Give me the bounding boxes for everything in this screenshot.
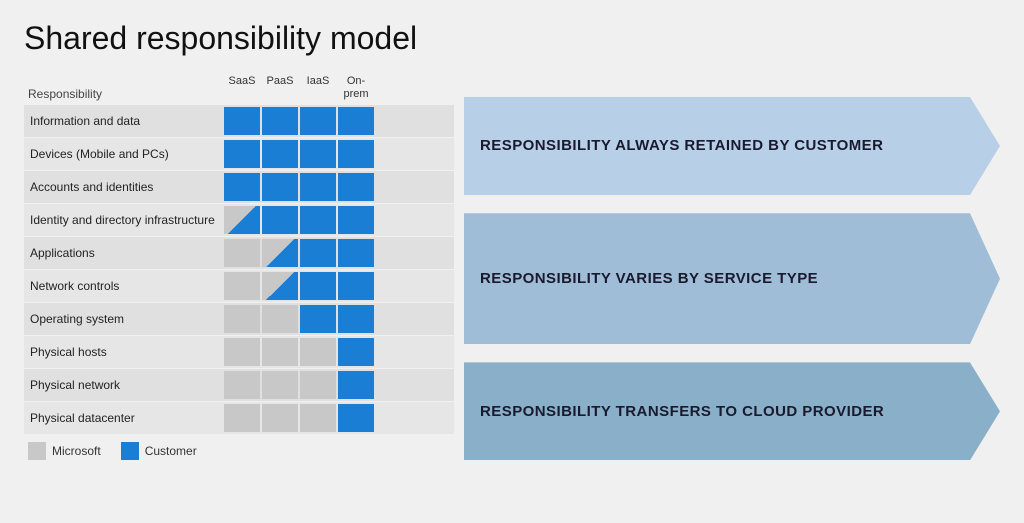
cell-onprem [338, 338, 374, 366]
table-row: Operating system [24, 303, 454, 335]
cell-paas [262, 140, 298, 168]
cell-paas [262, 371, 298, 399]
cell-saas [224, 239, 260, 267]
responsibility-header: Responsibility [24, 87, 224, 101]
table-row: Information and data [24, 105, 454, 137]
cell-saas [224, 140, 260, 168]
row-label: Physical datacenter [24, 411, 224, 425]
legend-item-microsoft: Microsoft [28, 442, 101, 460]
row-label: Applications [24, 246, 224, 260]
table-row: Network controls [24, 270, 454, 302]
cell-onprem [338, 107, 374, 135]
cell-iaas [300, 173, 336, 201]
table-row: Devices (Mobile and PCs) [24, 138, 454, 170]
row-cells [224, 140, 374, 168]
row-label: Devices (Mobile and PCs) [24, 147, 224, 161]
cell-saas [224, 107, 260, 135]
legend-item-customer: Customer [121, 442, 197, 460]
legend-label-customer: Customer [145, 444, 197, 458]
cell-onprem [338, 371, 374, 399]
table-row: Physical datacenter [24, 402, 454, 434]
cell-onprem [338, 305, 374, 333]
row-label: Operating system [24, 312, 224, 326]
cell-paas [262, 305, 298, 333]
content-area: Responsibility SaaSPaaSIaaSOn- prem Info… [24, 75, 1000, 460]
cell-paas [262, 338, 298, 366]
cell-paas [262, 107, 298, 135]
cell-onprem [338, 239, 374, 267]
row-label: Information and data [24, 114, 224, 128]
row-cells [224, 371, 374, 399]
cell-iaas [300, 140, 336, 168]
cell-saas [224, 173, 260, 201]
row-cells [224, 173, 374, 201]
cell-saas [224, 305, 260, 333]
cell-iaas [300, 272, 336, 300]
row-label: Physical network [24, 378, 224, 392]
cell-paas [262, 404, 298, 432]
banner-text-customer: RESPONSIBILITY ALWAYS RETAINED BY CUSTOM… [480, 136, 883, 156]
row-cells [224, 338, 374, 366]
cell-paas [262, 239, 298, 267]
legend-color-customer [121, 442, 139, 460]
cell-onprem [338, 206, 374, 234]
table-row: Applications [24, 237, 454, 269]
cell-onprem [338, 173, 374, 201]
row-cells [224, 239, 374, 267]
table-body: Information and data Devices (Mobile and … [24, 105, 454, 434]
banner-text-provider: RESPONSIBILITY TRANSFERS TO CLOUD PROVID… [480, 402, 884, 422]
col-header-iaas: IaaS [300, 75, 336, 101]
cell-iaas [300, 305, 336, 333]
banner-customer: RESPONSIBILITY ALWAYS RETAINED BY CUSTOM… [464, 97, 1000, 195]
cell-onprem [338, 404, 374, 432]
main-container: Shared responsibility model Responsibili… [0, 0, 1024, 523]
banner-provider: RESPONSIBILITY TRANSFERS TO CLOUD PROVID… [464, 362, 1000, 460]
cell-paas [262, 272, 298, 300]
col-header-onprem: On- prem [338, 75, 374, 101]
row-cells [224, 404, 374, 432]
row-label: Network controls [24, 279, 224, 293]
row-label: Physical hosts [24, 345, 224, 359]
banner-text-varies: RESPONSIBILITY VARIES BY SERVICE TYPE [480, 269, 818, 289]
col-header-paas: PaaS [262, 75, 298, 101]
cell-onprem [338, 272, 374, 300]
cell-saas [224, 272, 260, 300]
row-label: Identity and directory infrastructure [24, 213, 224, 227]
cell-iaas [300, 338, 336, 366]
row-cells [224, 305, 374, 333]
cell-onprem [338, 140, 374, 168]
row-cells [224, 272, 374, 300]
cell-saas [224, 371, 260, 399]
row-cells [224, 206, 374, 234]
cell-saas [224, 404, 260, 432]
cell-iaas [300, 239, 336, 267]
cell-iaas [300, 206, 336, 234]
responsibility-table: Responsibility SaaSPaaSIaaSOn- prem Info… [24, 75, 454, 460]
table-row: Identity and directory infrastructure [24, 204, 454, 236]
cell-saas [224, 338, 260, 366]
row-label: Accounts and identities [24, 180, 224, 194]
page-title: Shared responsibility model [24, 20, 1000, 57]
banners-section: RESPONSIBILITY ALWAYS RETAINED BY CUSTOM… [454, 75, 1000, 460]
legend: Microsoft Customer [24, 442, 454, 460]
cell-iaas [300, 404, 336, 432]
table-header-row: Responsibility SaaSPaaSIaaSOn- prem [24, 75, 454, 105]
cell-iaas [300, 371, 336, 399]
cell-paas [262, 173, 298, 201]
col-header-saas: SaaS [224, 75, 260, 101]
table-row: Accounts and identities [24, 171, 454, 203]
cell-iaas [300, 107, 336, 135]
table-row: Physical hosts [24, 336, 454, 368]
cell-saas [224, 206, 260, 234]
cell-paas [262, 206, 298, 234]
banner-varies: RESPONSIBILITY VARIES BY SERVICE TYPE [464, 213, 1000, 344]
row-cells [224, 107, 374, 135]
legend-color-microsoft [28, 442, 46, 460]
table-row: Physical network [24, 369, 454, 401]
column-headers: SaaSPaaSIaaSOn- prem [224, 75, 374, 101]
legend-label-microsoft: Microsoft [52, 444, 101, 458]
